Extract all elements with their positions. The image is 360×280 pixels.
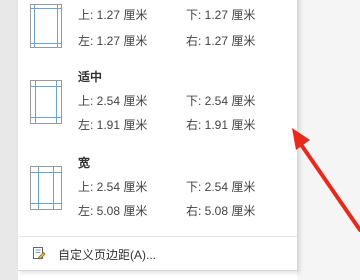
margins-dropdown-menu: 上: 1.27 厘米 下: 1.27 厘米 左: 1.27 厘米 右: 1.27… [18,0,298,271]
margin-left-value: 左: 5.08 厘米 [78,204,148,218]
preset-name: 宽 [78,156,91,170]
margin-right-value: 右: 5.08 厘米 [186,204,256,218]
margin-preset-moderate[interactable]: 适中 上: 2.54 厘米 下: 2.54 厘米 左: 1.91 厘米 右: 1… [18,68,297,144]
custom-margin-icon [33,247,46,260]
background-panel-left [0,0,18,280]
margin-bottom-value: 下: 1.27 厘米 [186,8,256,22]
margin-left-value: 左: 1.27 厘米 [78,34,148,48]
page-margin-thumbnail-icon [30,80,62,124]
custom-margins-menu-item[interactable]: 自定义页边距(A)... [18,237,297,269]
page-margin-thumbnail-icon [30,166,62,210]
margin-top-value: 上: 2.54 厘米 [78,180,148,194]
custom-margins-label: 自定义页边距(A)... [58,248,156,262]
margin-bottom-value: 下: 2.54 厘米 [186,180,256,194]
margin-left-value: 左: 1.91 厘米 [78,118,148,132]
margin-bottom-value: 下: 2.54 厘米 [186,94,256,108]
page-margin-thumbnail-icon [30,4,62,48]
margin-preset-narrow[interactable]: 上: 1.27 厘米 下: 1.27 厘米 左: 1.27 厘米 右: 1.27… [18,0,297,68]
margin-right-value: 右: 1.27 厘米 [186,34,256,48]
preset-name: 适中 [78,70,103,84]
margin-preset-wide[interactable]: 宽 上: 2.54 厘米 下: 2.54 厘米 左: 5.08 厘米 右: 5.… [18,154,297,230]
margin-top-value: 上: 1.27 厘米 [78,8,148,22]
background-panel-right [297,0,360,280]
margin-right-value: 右: 1.91 厘米 [186,118,256,132]
margin-top-value: 上: 2.54 厘米 [78,94,148,108]
